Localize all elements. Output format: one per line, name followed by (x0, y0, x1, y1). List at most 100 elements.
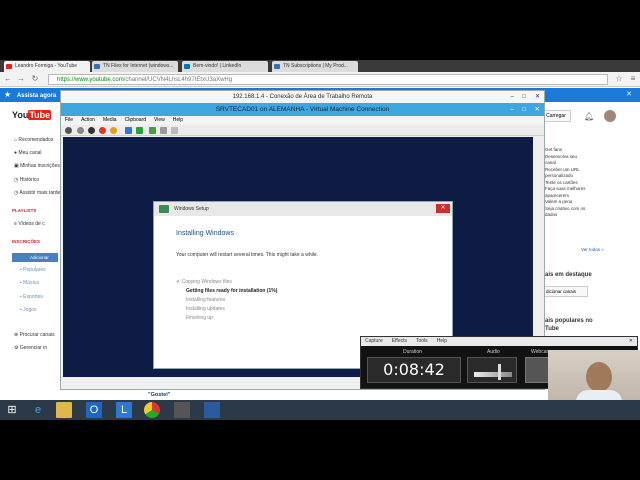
tab-linkedin[interactable]: Bem-vindo! | LinkedIn (182, 61, 268, 72)
menu-tools[interactable]: Tools (416, 338, 428, 344)
sidebar-item-add[interactable]: Adicionar (12, 253, 58, 262)
sidebar-item-browse-channels[interactable]: ⊕ Procurar canais (14, 332, 55, 338)
sidebar-item-music[interactable]: ▪ Música (20, 280, 39, 286)
star-icon: ★ (4, 90, 12, 99)
save-icon[interactable] (110, 127, 117, 134)
ctrl-alt-del-icon[interactable] (65, 127, 72, 134)
sidebar-label: Assistir mais tarde (19, 190, 61, 196)
audio-meter[interactable] (467, 357, 517, 383)
start-icon[interactable] (77, 127, 84, 134)
url-input[interactable]: https://www.youtube.com/channel/UCVN4Lhs… (48, 74, 608, 85)
add-channels-button[interactable]: dicionar canais (542, 286, 588, 297)
sidebar-label: Vídeos de c (18, 221, 45, 227)
youtube-logo[interactable]: YouTube (12, 110, 52, 124)
close-icon[interactable]: ✕ (626, 88, 632, 102)
tip: Receber um URL personalizado (545, 166, 580, 179)
shutdown-icon[interactable] (99, 127, 106, 134)
bell-icon[interactable]: 🔔︎ (584, 112, 594, 121)
vm-title-bar: SRVTECAD01 on ALEMANHA - Virtual Machine… (61, 103, 544, 116)
file-explorer-icon[interactable] (56, 402, 72, 418)
channel-tips: Get fans Desenvolva seu canal Receber um… (545, 147, 589, 219)
audio-level-bar (474, 372, 512, 377)
setup-title: Windows Setup (174, 206, 209, 212)
tab-subscriptions[interactable]: TN Subscriptions | My Prod... (272, 61, 358, 72)
close-icon[interactable]: ✕ (436, 204, 450, 213)
menu-media[interactable]: Media (103, 117, 117, 123)
remote-desktop-icon[interactable] (204, 402, 220, 418)
menu-help[interactable]: Help (437, 338, 447, 344)
setup-steps: ✓ Copying Windows files Getting files re… (176, 278, 277, 323)
sidebar-item-history[interactable]: ◷ Histórico (14, 177, 39, 183)
outlook-icon[interactable]: O (86, 402, 102, 418)
sidebar-item-sports[interactable]: ▪ Esportes (20, 294, 43, 300)
menu-effects[interactable]: Effects (392, 338, 407, 344)
sidebar-label: Meu canal (18, 150, 42, 156)
star-icon[interactable]: ☆ (614, 74, 624, 84)
webcam-preview[interactable] (525, 357, 549, 383)
checkpoint-icon[interactable] (149, 127, 156, 134)
tab-label: Leandro Formiga - YouTube (15, 63, 78, 69)
sidebar-item-popular[interactable]: ▪ Populares (20, 267, 46, 273)
video-title-2[interactable]: "Gostei" (148, 392, 170, 398)
enhanced-session-icon[interactable] (171, 127, 178, 134)
reload-icon[interactable]: ↻ (30, 74, 40, 84)
logo-tube: Tube (28, 110, 52, 120)
close-icon[interactable]: ✕ (535, 103, 540, 116)
vm-title: SRVTECAD01 on ALEMANHA - Virtual Machine… (215, 106, 390, 113)
menu-file[interactable]: File (65, 117, 73, 123)
menu-icon[interactable]: ≡ (628, 74, 638, 84)
audio-slider-handle[interactable] (498, 364, 501, 380)
sidebar-item-liked-videos[interactable]: ≡ Vídeos de c (14, 221, 45, 227)
tab-label: TN Files for Internet (windows... (103, 63, 174, 69)
chrome-icon[interactable] (144, 402, 160, 418)
hyperv-manager-icon[interactable] (174, 402, 190, 418)
popular-heading: ais populares no (545, 318, 593, 324)
sidebar-item-my-channel[interactable]: ● Meu canal (14, 150, 42, 156)
checkmark-icon: ✓ (176, 279, 181, 285)
windows-start-icon[interactable]: ⊞ (4, 402, 20, 418)
sidebar-label: Esportes (23, 294, 43, 300)
menu-view[interactable]: View (154, 117, 165, 123)
minimize-icon[interactable]: – (510, 103, 514, 116)
tab-files[interactable]: TN Files for Internet (windows... (92, 61, 178, 72)
vm-toolbar (61, 125, 544, 136)
forward-icon[interactable]: → (16, 74, 26, 84)
sidebar-item-manage[interactable]: ⚙ Gerenciar in (14, 345, 47, 351)
menu-capture[interactable]: Capture (365, 338, 383, 344)
sidebar-item-recommended[interactable]: ⌂ Recomendados (14, 137, 53, 143)
maximize-icon[interactable]: □ (522, 103, 526, 116)
close-icon[interactable]: ✕ (629, 337, 633, 346)
minimize-icon[interactable]: – (511, 91, 514, 103)
tab-youtube[interactable]: Leandro Formiga - YouTube (4, 61, 90, 72)
button-label: dicionar canais (546, 289, 577, 294)
step-features: Installing features (186, 297, 226, 303)
close-icon[interactable]: ✕ (535, 91, 540, 103)
duration-label: Duration (403, 349, 422, 355)
internet-explorer-icon[interactable]: e (30, 402, 46, 418)
banner-link[interactable]: Assista agora (17, 93, 56, 99)
back-icon[interactable]: ← (3, 74, 13, 84)
pause-icon[interactable] (125, 127, 132, 134)
recorder-menu: Capture Effects Tools Help ✕ (361, 337, 637, 346)
address-bar: ← → ↻ https://www.youtube.com/channel/UC… (0, 72, 640, 87)
sidebar-label: Histórico (19, 177, 40, 183)
maximize-icon[interactable]: □ (522, 91, 526, 103)
menu-action[interactable]: Action (81, 117, 95, 123)
see-all-link[interactable]: Ver todos » (581, 247, 604, 252)
sidebar-item-games[interactable]: ▪ Jogos (20, 307, 37, 313)
linkedin-icon (184, 64, 190, 69)
sidebar-item-watch-later[interactable]: ◷ Assistir mais tarde (14, 190, 60, 196)
lync-icon[interactable]: L (116, 402, 132, 418)
turn-off-icon[interactable] (88, 127, 95, 134)
menu-help[interactable]: Help (173, 117, 183, 123)
playlists-heading: PLAYLISTS (12, 208, 37, 213)
upload-label: Carregar (546, 113, 566, 119)
revert-icon[interactable] (160, 127, 167, 134)
reset-icon[interactable] (136, 127, 143, 134)
tip: Seja criativo com os dados (545, 205, 586, 218)
person-face (586, 362, 612, 392)
upload-button[interactable]: Carregar (541, 110, 571, 122)
sidebar-item-subscriptions[interactable]: ▣ Minhas inscrições (14, 163, 60, 169)
menu-clipboard[interactable]: Clipboard (125, 117, 146, 123)
avatar[interactable] (604, 110, 616, 122)
